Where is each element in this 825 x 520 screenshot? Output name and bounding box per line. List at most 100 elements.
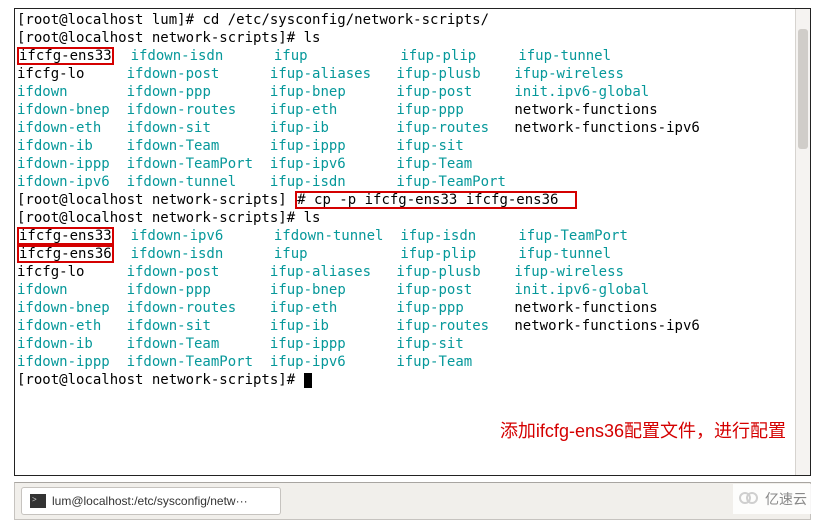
ls-entry: ifup-isdn [270, 174, 346, 190]
ls-entry: ifdown [17, 282, 68, 298]
ls-entry: ifdown-Team [127, 336, 220, 352]
taskbar-terminal-button[interactable]: lum@localhost:/etc/sysconfig/netw··· [21, 487, 281, 515]
ls-entry: ifdown-TeamPort [127, 156, 253, 172]
ls-entry: ifdown-ipv6 [17, 174, 110, 190]
highlight-box: # cp -p ifcfg-ens33 ifcfg-ens36 [295, 191, 577, 209]
watermark-text: 亿速云 [765, 489, 807, 509]
ls-entry: ifup-plusb [396, 264, 480, 280]
ls-entry: network-functions [514, 300, 657, 316]
ls-entry: ifup-ppp [396, 300, 463, 316]
ls-entry: ifdown-eth [17, 120, 101, 136]
ls-entry: ifdown-tunnel [274, 228, 384, 244]
shell-command[interactable]: cd /etc/sysconfig/network-scripts/ [202, 12, 489, 28]
ls-entry: ifup-aliases [270, 66, 371, 82]
shell-command[interactable]: ls [304, 30, 321, 46]
ls-entry: ifup [274, 48, 308, 64]
terminal-line: ifdown-bnep ifdown-routes ifup-eth ifup-… [17, 299, 808, 317]
ls-entry: network-functions-ipv6 [514, 318, 699, 334]
ls-entry: init.ipv6-global [514, 84, 649, 100]
ls-entry: network-functions [514, 102, 657, 118]
ls-entry: ifup-wireless [514, 66, 624, 82]
ls-entry: ifup-routes [396, 318, 489, 334]
terminal-line: ifdown-ippp ifdown-TeamPort ifup-ipv6 if… [17, 155, 808, 173]
terminal-icon [30, 494, 46, 508]
terminal-line: [root@localhost network-scripts]# ls [17, 29, 808, 47]
ls-entry: ifdown-post [127, 264, 220, 280]
terminal-line: [root@localhost network-scripts]# [17, 371, 808, 389]
ls-entry: ifdown-post [127, 66, 220, 82]
ls-entry: ifdown-TeamPort [127, 354, 253, 370]
ls-entry: ifup-ib [270, 120, 329, 136]
ls-entry: ifdown-ib [17, 336, 93, 352]
ls-entry: ifup-eth [270, 300, 337, 316]
ls-entry: ifup-bnep [270, 282, 346, 298]
ls-entry: ifdown-ib [17, 138, 93, 154]
ls-entry: ifdown-sit [127, 120, 211, 136]
ls-entry: ifup-sit [396, 336, 463, 352]
ls-entry: ifup-ippp [270, 138, 346, 154]
shell-prompt: [root@localhost lum]# [17, 12, 202, 28]
ls-entry: ifdown-sit [127, 318, 211, 334]
ls-entry: ifup [274, 246, 308, 262]
ls-entry: ifup-ppp [396, 102, 463, 118]
terminal-line: ifdown-bnep ifdown-routes ifup-eth ifup-… [17, 101, 808, 119]
screen-root: [root@localhost lum]# cd /etc/sysconfig/… [0, 0, 825, 520]
ls-entry: ifdown-routes [127, 300, 237, 316]
shell-prompt: [root@localhost network-scripts]# [17, 30, 304, 46]
ls-entry: ifup-ib [270, 318, 329, 334]
ls-entry: ifdown-ppp [127, 282, 211, 298]
ls-entry: ifcfg-lo [17, 264, 84, 280]
ls-entry: ifup-Team [396, 354, 472, 370]
ls-entry: ifdown-bnep [17, 300, 110, 316]
terminal-line: ifdown-ib ifdown-Team ifup-ippp ifup-sit [17, 335, 808, 353]
ls-entry: ifup-isdn [400, 228, 476, 244]
ls-entry: ifcfg-ens33 [19, 228, 112, 244]
ls-entry: ifup-aliases [270, 264, 371, 280]
cursor[interactable] [304, 373, 312, 388]
ls-entry: ifup-ippp [270, 336, 346, 352]
terminal-line: ifdown-eth ifdown-sit ifup-ib ifup-route… [17, 119, 808, 137]
ls-entry: ifup-Team [396, 156, 472, 172]
watermark-logo-icon [739, 489, 761, 509]
taskbar-title: lum@localhost:/etc/sysconfig/netw··· [52, 494, 248, 508]
annotation-text: 添加ifcfg-ens36配置文件，进行配置 [500, 417, 786, 443]
ls-entry: ifcfg-ens33 [19, 48, 112, 64]
terminal-line: ifdown-ipv6 ifdown-tunnel ifup-isdn ifup… [17, 173, 808, 191]
shell-prompt: [root@localhost network-scripts]# [17, 210, 304, 226]
terminal-line: ifcfg-ens36 ifdown-isdn ifup ifup-plip i… [17, 245, 808, 263]
ls-entry: ifup-post [396, 84, 472, 100]
ls-entry: ifup-wireless [514, 264, 624, 280]
ls-entry: ifdown-ippp [17, 354, 110, 370]
shell-command[interactable]: # cp -p ifcfg-ens33 ifcfg-ens36 [297, 192, 575, 208]
highlight-box: ifcfg-ens33 [17, 227, 114, 245]
ls-entry: ifdown-ipv6 [131, 228, 224, 244]
ls-entry: ifdown-routes [127, 102, 237, 118]
ls-entry: ifup-post [396, 282, 472, 298]
ls-entry: ifdown [17, 84, 68, 100]
shell-prompt: [root@localhost network-scripts]# [17, 372, 304, 388]
ls-entry: ifup-eth [270, 102, 337, 118]
terminal-line: [root@localhost network-scripts] # cp -p… [17, 191, 808, 209]
terminal-line: ifdown-eth ifdown-sit ifup-ib ifup-route… [17, 317, 808, 335]
ls-entry: ifup-TeamPort [396, 174, 506, 190]
ls-entry: ifup-plusb [396, 66, 480, 82]
ls-entry: ifup-sit [396, 138, 463, 154]
ls-entry: ifup-tunnel [518, 246, 611, 262]
ls-entry: ifcfg-ens36 [19, 246, 112, 262]
terminal-line: ifdown ifdown-ppp ifup-bnep ifup-post in… [17, 281, 808, 299]
terminal-line: ifdown-ib ifdown-Team ifup-ippp ifup-sit [17, 137, 808, 155]
terminal-line: ifdown ifdown-ppp ifup-bnep ifup-post in… [17, 83, 808, 101]
ls-entry: ifdown-ippp [17, 156, 110, 172]
ls-entry: ifup-ipv6 [270, 156, 346, 172]
ls-entry: ifup-tunnel [518, 48, 611, 64]
terminal-line: ifcfg-ens33 ifdown-ipv6 ifdown-tunnel if… [17, 227, 808, 245]
terminal-line: [root@localhost lum]# cd /etc/sysconfig/… [17, 11, 808, 29]
ls-entry: ifdown-isdn [131, 48, 224, 64]
ls-entry: ifdown-Team [127, 138, 220, 154]
shell-prompt: [root@localhost network-scripts] [17, 192, 295, 208]
ls-entry: ifup-ipv6 [270, 354, 346, 370]
terminal-content[interactable]: [root@localhost lum]# cd /etc/sysconfig/… [15, 9, 810, 475]
terminal-line: ifdown-ippp ifdown-TeamPort ifup-ipv6 if… [17, 353, 808, 371]
highlight-box: ifcfg-ens36 [17, 245, 114, 263]
shell-command[interactable]: ls [304, 210, 321, 226]
